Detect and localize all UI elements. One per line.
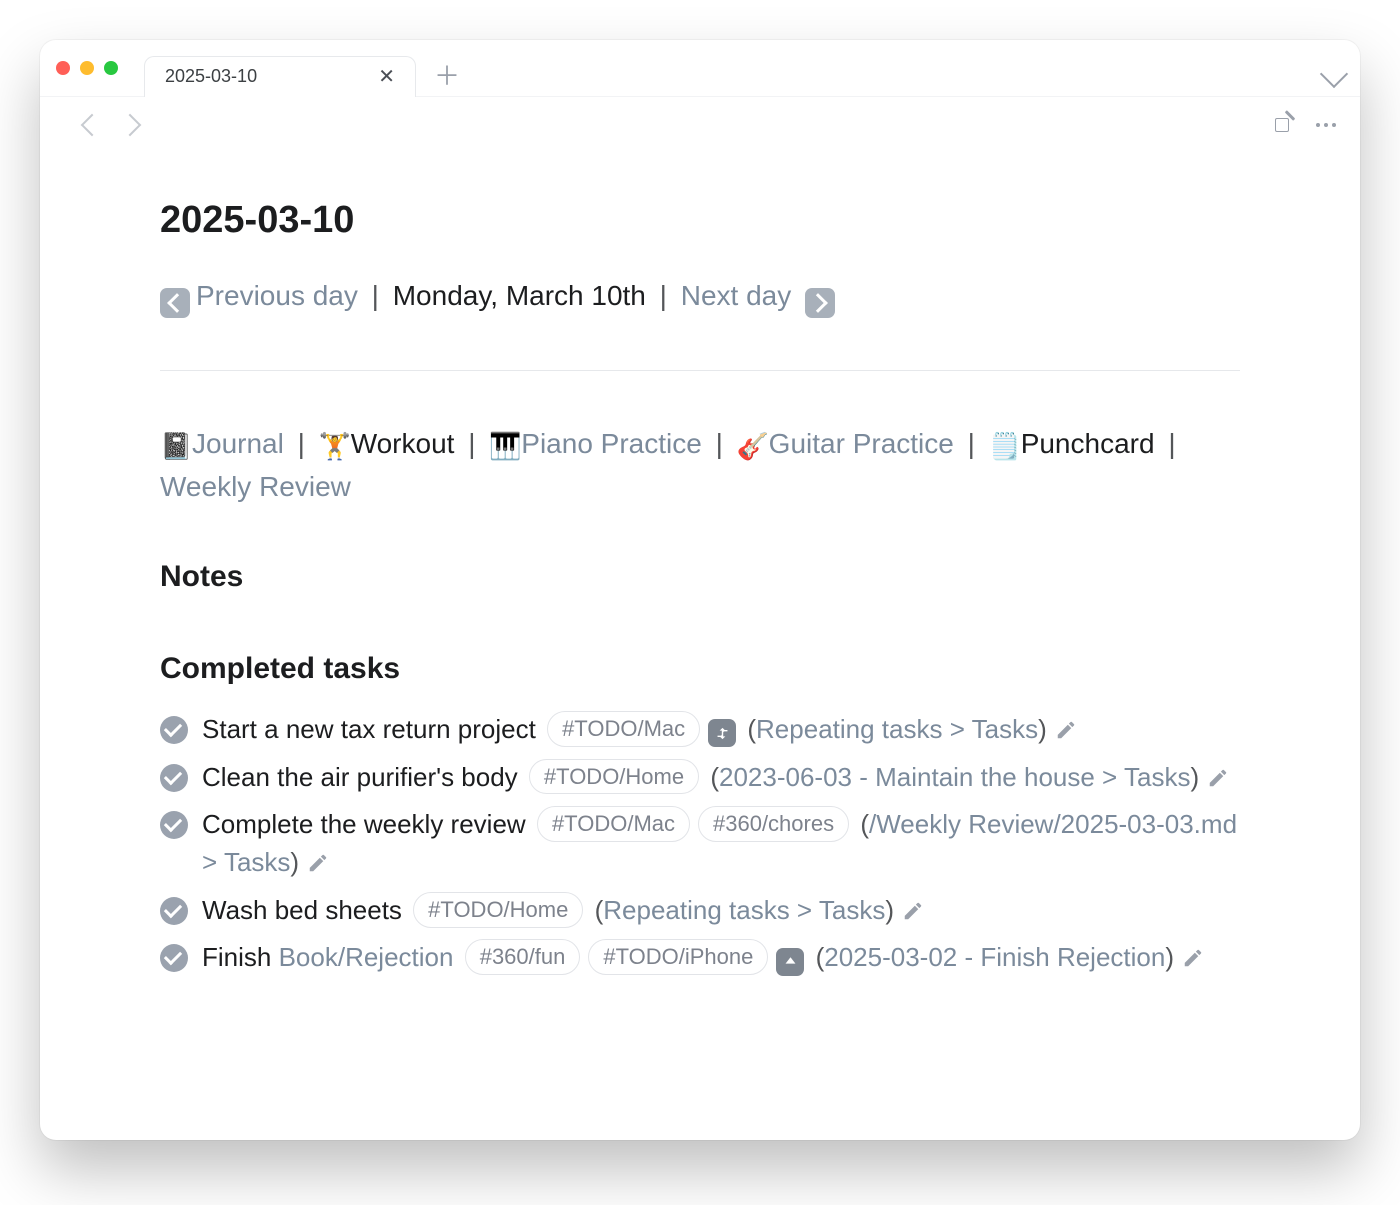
quicklink-emoji: 🎹 (489, 427, 519, 466)
quick-links: 📓Journal | 🏋️Workout | 🎹Piano Practice |… (160, 423, 1240, 508)
paren: ) (885, 895, 894, 925)
next-day-link[interactable]: Next day (681, 280, 792, 311)
more-menu-button[interactable] (1316, 123, 1336, 127)
tab-title: 2025-03-10 (165, 66, 257, 87)
task-tag[interactable]: #TODO/Mac (547, 711, 700, 747)
task-checkbox[interactable] (160, 811, 188, 839)
separator: | (702, 428, 737, 459)
quicklink-guitar-practice[interactable]: Guitar Practice (769, 428, 954, 459)
edit-icon[interactable] (1272, 115, 1292, 135)
quicklink-emoji: 🎸 (737, 427, 767, 466)
close-window-button[interactable] (56, 61, 70, 75)
paren: ( (816, 942, 825, 972)
separator: | (1155, 428, 1182, 459)
task-tag[interactable]: #TODO/Home (413, 892, 583, 928)
task-body: Clean the air purifier's body #TODO/Home… (202, 759, 1240, 797)
paren: ( (595, 895, 604, 925)
task-text: Wash bed sheets (202, 895, 402, 925)
separator: | (284, 428, 319, 459)
separator: | (954, 428, 989, 459)
forward-button[interactable] (119, 114, 142, 137)
task-body: Wash bed sheets #TODO/Home (Repeating ta… (202, 892, 1240, 930)
divider (160, 370, 1240, 371)
task-body: Complete the weekly review #TODO/Mac#360… (202, 806, 1240, 881)
previous-day-link[interactable]: Previous day (196, 280, 358, 311)
task-item: Finish Book/Rejection #360/fun#TODO/iPho… (160, 939, 1240, 977)
app-window: 2025-03-10 ✕ ＋ 2025-03-10 Previous day |… (40, 40, 1360, 1140)
repeat-icon (708, 719, 736, 747)
task-text: Finish (202, 942, 279, 972)
edit-task-icon[interactable] (1207, 762, 1229, 784)
edit-task-icon[interactable] (902, 895, 924, 917)
paren: ( (860, 809, 869, 839)
notes-heading: Notes (160, 554, 1240, 601)
completed-tasks-heading: Completed tasks (160, 646, 1240, 693)
task-text: Start a new tax return project (202, 714, 536, 744)
quicklink-emoji: 🏋️ (319, 427, 349, 466)
arrow-left-icon (160, 288, 190, 318)
task-inline-link[interactable]: Book/Rejection (279, 942, 454, 972)
separator: | (366, 280, 385, 311)
edit-task-icon[interactable] (1182, 942, 1204, 964)
tab[interactable]: 2025-03-10 ✕ (144, 56, 416, 97)
paren: ) (1190, 762, 1199, 792)
task-list: Start a new tax return project #TODO/Mac… (160, 711, 1240, 977)
task-checkbox[interactable] (160, 764, 188, 792)
titlebar: 2025-03-10 ✕ ＋ (40, 40, 1360, 97)
task-source-link[interactable]: 2023-06-03 - Maintain the house > Tasks (719, 762, 1190, 792)
page-title: 2025-03-10 (160, 191, 1240, 250)
quicklink-emoji: 🗒️ (989, 427, 1019, 466)
task-item: Wash bed sheets #TODO/Home (Repeating ta… (160, 892, 1240, 930)
task-item: Complete the weekly review #TODO/Mac#360… (160, 806, 1240, 881)
task-tag[interactable]: #TODO/iPhone (588, 939, 768, 975)
task-body: Start a new tax return project #TODO/Mac… (202, 711, 1240, 749)
back-button[interactable] (81, 114, 104, 137)
minimize-window-button[interactable] (80, 61, 94, 75)
task-source-link[interactable]: 2025-03-02 - Finish Rejection (824, 942, 1165, 972)
task-checkbox[interactable] (160, 944, 188, 972)
task-tag[interactable]: #360/fun (465, 939, 581, 975)
task-tag[interactable]: #360/chores (698, 806, 849, 842)
task-checkbox[interactable] (160, 716, 188, 744)
page-content: 2025-03-10 Previous day | Monday, March … (40, 153, 1360, 1047)
task-tag[interactable]: #TODO/Home (529, 759, 699, 795)
chevron-down-icon[interactable] (1320, 60, 1348, 88)
task-text: Clean the air purifier's body (202, 762, 518, 792)
edit-task-icon[interactable] (1055, 714, 1077, 736)
task-item: Start a new tax return project #TODO/Mac… (160, 711, 1240, 749)
paren: ) (1038, 714, 1047, 744)
separator: | (454, 428, 489, 459)
titlebar-right (1324, 64, 1344, 84)
task-text: Complete the weekly review (202, 809, 526, 839)
quicklink-journal[interactable]: Journal (192, 428, 284, 459)
priority-up-icon (776, 948, 804, 976)
toolbar (40, 97, 1360, 153)
edit-task-icon[interactable] (307, 847, 329, 869)
arrow-right-icon (805, 288, 835, 318)
quicklink-piano-practice[interactable]: Piano Practice (521, 428, 702, 459)
task-source-link[interactable]: Repeating tasks > Tasks (603, 895, 885, 925)
current-date-label: Monday, March 10th (393, 280, 646, 311)
task-item: Clean the air purifier's body #TODO/Home… (160, 759, 1240, 797)
task-checkbox[interactable] (160, 897, 188, 925)
quicklink-emoji: 📓 (160, 427, 190, 466)
quicklink-weekly-review[interactable]: Weekly Review (160, 471, 351, 502)
window-controls (56, 61, 118, 75)
separator: | (654, 280, 673, 311)
task-tag[interactable]: #TODO/Mac (537, 806, 690, 842)
task-body: Finish Book/Rejection #360/fun#TODO/iPho… (202, 939, 1240, 977)
paren: ) (1165, 942, 1174, 972)
new-tab-button[interactable]: ＋ (434, 56, 460, 93)
paren: ) (290, 847, 299, 877)
quicklink-punchcard[interactable]: Punchcard (1021, 428, 1155, 459)
paren: ( (747, 714, 756, 744)
day-navigation: Previous day | Monday, March 10th | Next… (160, 274, 1240, 318)
maximize-window-button[interactable] (104, 61, 118, 75)
quicklink-workout[interactable]: Workout (351, 428, 455, 459)
paren: ( (710, 762, 719, 792)
task-source-link[interactable]: Repeating tasks > Tasks (756, 714, 1038, 744)
close-tab-button[interactable]: ✕ (378, 64, 395, 89)
